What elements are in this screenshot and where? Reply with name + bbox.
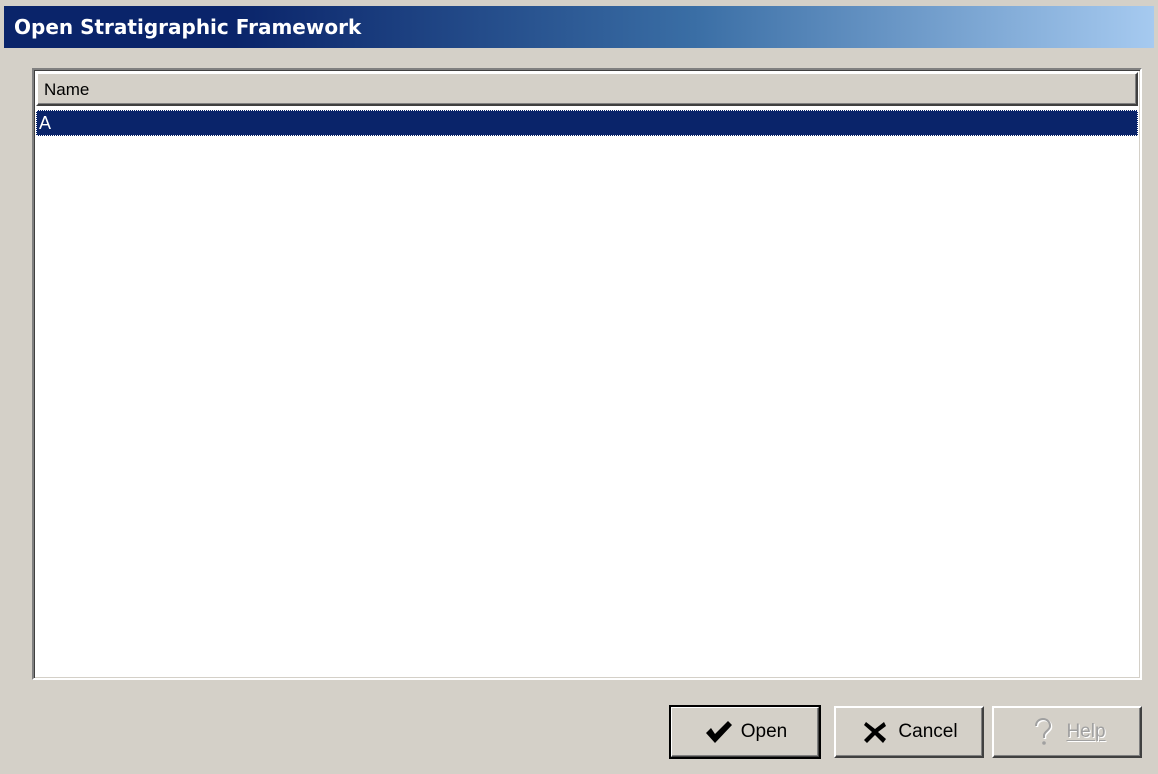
title-bar[interactable]: Open Stratigraphic Framework — [4, 6, 1154, 48]
column-header-name[interactable]: Name — [36, 72, 1138, 106]
x-icon — [860, 717, 890, 747]
open-button[interactable]: Open — [669, 705, 821, 759]
cancel-button[interactable]: Cancel — [834, 706, 984, 758]
open-button-label: Open — [740, 721, 788, 742]
cancel-button-label: Cancel — [898, 721, 958, 742]
question-icon — [1028, 717, 1058, 747]
list-rows: A — [36, 110, 1138, 676]
check-icon — [703, 717, 733, 747]
framework-list[interactable]: Name A — [32, 68, 1142, 680]
help-button-label: Help — [1066, 721, 1106, 742]
help-button[interactable]: Help — [992, 706, 1142, 758]
list-item[interactable]: A — [36, 110, 1138, 136]
list-item-name: A — [39, 113, 52, 133]
dialog-window: Open Stratigraphic Framework Name A Open… — [0, 0, 1158, 774]
column-header-label: Name — [44, 80, 90, 99]
window-title: Open Stratigraphic Framework — [14, 15, 362, 39]
